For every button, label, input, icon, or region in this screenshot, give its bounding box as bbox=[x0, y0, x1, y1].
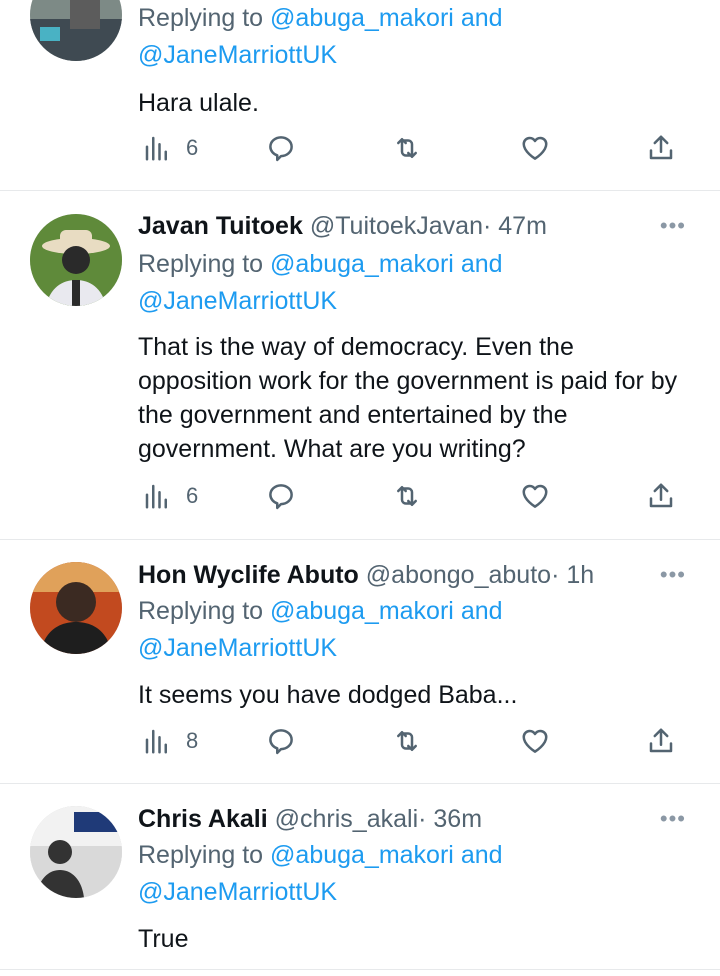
avatar-photo bbox=[30, 806, 122, 898]
tweet-header: Hon Wyclife Abuto @abongo_abuto· 1h bbox=[138, 558, 594, 592]
tweet[interactable]: Javan Tuitoek @TuitoekJavan· 47m ••• Rep… bbox=[0, 191, 720, 540]
tweet-text: That is the way of democracy. Even the o… bbox=[138, 333, 678, 463]
retweet-icon bbox=[397, 138, 417, 158]
tweet-actions: 6 bbox=[138, 476, 686, 516]
retweet-icon bbox=[397, 486, 417, 506]
views-count: 8 bbox=[186, 728, 199, 753]
reply-icon bbox=[269, 484, 293, 510]
mention-link[interactable]: @abuga_makori bbox=[270, 841, 454, 869]
share-icon bbox=[649, 135, 673, 160]
reply-button[interactable] bbox=[266, 476, 296, 516]
tweet[interactable]: Replying to @abuga_makori and @JaneMarri… bbox=[0, 0, 720, 191]
views-icon bbox=[145, 729, 167, 754]
separator-dot: · bbox=[418, 805, 427, 833]
retweet-button[interactable] bbox=[392, 128, 422, 168]
reply-button[interactable] bbox=[266, 721, 296, 761]
reply-button[interactable] bbox=[266, 128, 296, 168]
more-options-icon[interactable]: ••• bbox=[660, 804, 686, 834]
share-icon bbox=[649, 483, 673, 508]
avatar[interactable] bbox=[30, 0, 122, 61]
heart-icon bbox=[522, 729, 548, 753]
tweet[interactable]: Hon Wyclife Abuto @abongo_abuto· 1h ••• … bbox=[0, 540, 720, 784]
display-name[interactable]: Chris Akali bbox=[138, 805, 268, 833]
retweet-button[interactable] bbox=[392, 476, 422, 516]
separator-dot: · bbox=[482, 212, 492, 240]
share-button[interactable] bbox=[646, 721, 676, 761]
user-handle[interactable]: @TuitoekJavan bbox=[310, 212, 483, 240]
tweet-text: Hara ulale. bbox=[138, 89, 259, 117]
share-button[interactable] bbox=[646, 128, 676, 168]
tweet-header: Chris Akali @chris_akali· 36m bbox=[138, 802, 482, 836]
tweet-text: True bbox=[138, 925, 189, 953]
replying-to: Replying to @abuga_makori and @JaneMarri… bbox=[138, 250, 503, 315]
retweet-button[interactable] bbox=[392, 721, 422, 761]
views-count: 6 bbox=[186, 483, 199, 508]
reply-icon bbox=[269, 729, 293, 755]
user-handle[interactable]: @abongo_abuto bbox=[366, 561, 551, 589]
tweet-header: Javan Tuitoek @TuitoekJavan· 47m bbox=[138, 209, 547, 243]
separator-dot: · bbox=[551, 561, 560, 589]
avatar-photo bbox=[30, 562, 122, 654]
more-options-icon[interactable]: ••• bbox=[660, 211, 686, 241]
mention-link[interactable]: @JaneMarriottUK bbox=[138, 41, 337, 69]
tweet-text: It seems you have dodged Baba... bbox=[138, 681, 518, 709]
like-button[interactable] bbox=[520, 721, 550, 761]
retweet-icon bbox=[397, 731, 417, 751]
reply-icon bbox=[269, 136, 293, 162]
display-name[interactable]: Hon Wyclife Abuto bbox=[138, 561, 359, 589]
tweet[interactable]: Chris Akali @chris_akali· 36m ••• Replyi… bbox=[0, 784, 720, 970]
views-icon bbox=[145, 136, 167, 161]
views-icon bbox=[145, 484, 167, 509]
avatar[interactable] bbox=[30, 562, 122, 654]
mention-link[interactable]: @abuga_makori bbox=[270, 250, 454, 278]
mention-link[interactable]: @JaneMarriottUK bbox=[138, 287, 337, 315]
like-button[interactable] bbox=[520, 476, 550, 516]
heart-icon bbox=[522, 136, 548, 160]
avatar-photo bbox=[30, 0, 122, 61]
more-options-icon[interactable]: ••• bbox=[660, 560, 686, 590]
heart-icon bbox=[522, 484, 548, 508]
user-handle[interactable]: @chris_akali bbox=[275, 805, 418, 833]
avatar-photo bbox=[30, 214, 122, 306]
views-button[interactable]: 8 bbox=[142, 721, 198, 761]
like-button[interactable] bbox=[520, 128, 550, 168]
avatar[interactable] bbox=[30, 806, 122, 898]
mention-link[interactable]: @JaneMarriottUK bbox=[138, 634, 337, 662]
tweet-actions: 8 bbox=[138, 721, 686, 761]
timestamp[interactable]: 47m bbox=[498, 212, 547, 240]
avatar[interactable] bbox=[30, 214, 122, 306]
views-button[interactable]: 6 bbox=[142, 128, 198, 168]
display-name[interactable]: Javan Tuitoek bbox=[138, 212, 303, 240]
timestamp[interactable]: 36m bbox=[433, 805, 482, 833]
tweet-actions: 6 bbox=[138, 128, 686, 168]
replying-to: Replying to @abuga_makori and @JaneMarri… bbox=[138, 4, 503, 69]
replying-to: Replying to @abuga_makori and @JaneMarri… bbox=[138, 597, 503, 662]
share-button[interactable] bbox=[646, 476, 676, 516]
share-icon bbox=[649, 728, 673, 753]
views-button[interactable]: 6 bbox=[142, 476, 198, 516]
mention-link[interactable]: @JaneMarriottUK bbox=[138, 878, 337, 906]
mention-link[interactable]: @abuga_makori bbox=[270, 597, 454, 625]
replying-to: Replying to @abuga_makori and @JaneMarri… bbox=[138, 841, 503, 906]
timestamp[interactable]: 1h bbox=[566, 561, 594, 589]
mention-link[interactable]: @abuga_makori bbox=[270, 4, 454, 32]
views-count: 6 bbox=[186, 135, 199, 160]
